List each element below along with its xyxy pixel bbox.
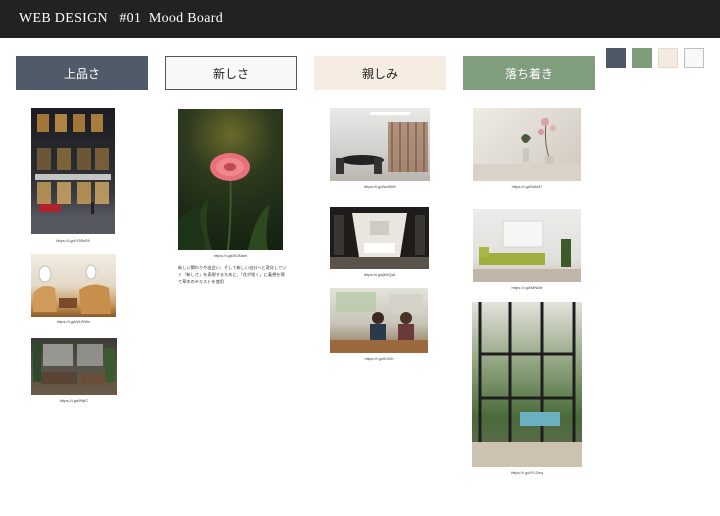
meeting-room-photo: [330, 207, 429, 269]
image-caption: https://i.gd/MN0le: [511, 285, 543, 290]
tall-window-pool-photo: [472, 302, 582, 467]
column-header-label: 新しさ: [212, 66, 249, 81]
swatch-cream: [658, 48, 678, 68]
column-header-friendliness: 親しみ: [314, 56, 446, 90]
image-caption: https://i.gd/Wkl47: [511, 184, 543, 189]
column-description: 新しい関わりや出会い、そして新しい自分へと変化していく「新しさ」を表現するために…: [178, 265, 287, 284]
lounge-interior-photo: [31, 338, 117, 395]
vase-still-life-photo: [473, 108, 581, 181]
storefront-night-photo: [31, 108, 115, 234]
people-in-kitchen-photo: [330, 288, 428, 353]
column-header-novelty: 新しさ: [165, 56, 297, 90]
image-caption: https://i.gd/YLDeq: [511, 470, 543, 475]
swatch-white: [684, 48, 704, 68]
private-jet-interior-photo: [31, 254, 116, 317]
column-header-label: 上品さ: [63, 66, 100, 81]
office-dining-photo: [330, 108, 430, 181]
image-caption: https://i.gd/wd5Wr: [364, 184, 396, 189]
image-caption: https://i.gd/KHDI: [364, 356, 394, 361]
title-bar: WEB DESIGN #01 Mood Board: [0, 0, 720, 38]
column-header-label: 親しみ: [361, 66, 398, 81]
page-title: WEB DESIGN #01 Mood Board: [19, 11, 223, 26]
column-header-label: 落ち着き: [504, 66, 553, 81]
image-caption: https://i.gd/Y55xFA: [56, 238, 90, 243]
column-header-elegance: 上品さ: [16, 56, 148, 90]
image-caption: https://i.gd/fHjfC: [59, 398, 89, 403]
green-sofa-room-photo: [473, 209, 581, 282]
swatch-sage: [632, 48, 652, 68]
image-caption: https://i.gd/f8JNam: [213, 253, 248, 258]
image-caption: https://i.gd/WJ9Wx: [56, 319, 91, 324]
pink-flower-photo: [178, 109, 283, 250]
column-header-calm: 落ち着き: [463, 56, 595, 90]
swatch-slate: [606, 48, 626, 68]
image-caption: https://i.gd/jk5Qat: [363, 272, 396, 277]
